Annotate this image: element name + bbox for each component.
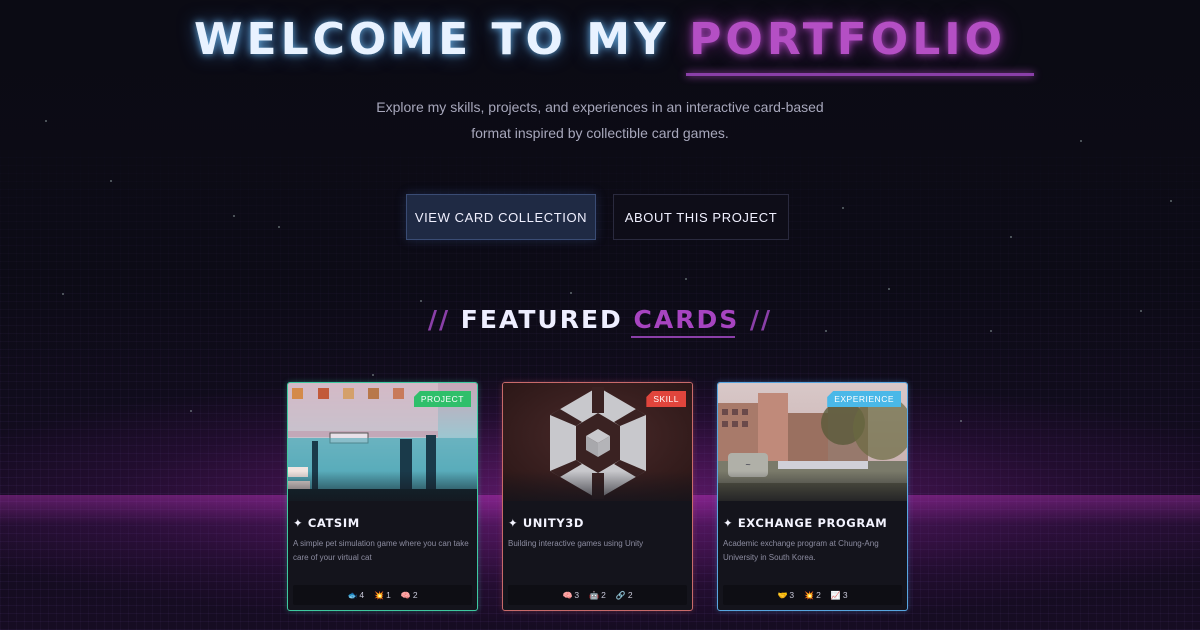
stat-item: 🐟 4 bbox=[347, 590, 364, 600]
stat-item: 💥 2 bbox=[804, 590, 821, 600]
star-dot bbox=[960, 420, 962, 422]
heading-underline bbox=[631, 336, 735, 338]
heading-main: FEATURED bbox=[460, 305, 634, 334]
image-fade bbox=[288, 471, 477, 501]
hero-title-accent: PORTFOLIO bbox=[689, 14, 1007, 65]
hero-subtitle: Explore my skills, projects, and experie… bbox=[376, 99, 824, 141]
star-dot bbox=[110, 180, 112, 182]
image-fade bbox=[503, 471, 692, 501]
svg-text:~: ~ bbox=[745, 461, 751, 469]
stat-value: 2 bbox=[627, 590, 633, 600]
stat-item: 🧠 3 bbox=[562, 590, 579, 600]
stat-value: 2 bbox=[601, 590, 606, 600]
heading-slash-right: // bbox=[749, 305, 773, 334]
stat-item: 🔗 2 bbox=[616, 590, 633, 600]
star-dot bbox=[372, 374, 374, 376]
project-badge: PROJECT bbox=[413, 391, 471, 407]
stat-value: 2 bbox=[816, 590, 821, 600]
stat-item: 📈 3 bbox=[831, 590, 848, 600]
card-title: ✦ EXCHANGE PROGRAM bbox=[723, 516, 888, 530]
stat-item: 🧠 2 bbox=[401, 590, 418, 600]
star-dot bbox=[62, 293, 64, 295]
hero-title-main: WELCOME TO MY bbox=[193, 14, 690, 65]
about-project-button[interactable]: ABOUT THIS PROJECT bbox=[613, 194, 789, 240]
star-dot bbox=[570, 292, 572, 294]
star-dot bbox=[45, 120, 47, 122]
star-dot bbox=[190, 410, 192, 412]
card-stats: 🧠 3 🤖 2 🔗 2 bbox=[508, 585, 687, 605]
star-dot bbox=[842, 207, 844, 209]
fish-icon: 🐟 bbox=[347, 590, 358, 600]
stat-value: 4 bbox=[359, 590, 365, 600]
star-dot bbox=[1010, 236, 1012, 238]
card-description: Building interactive games using Unity bbox=[508, 539, 644, 548]
stat-value: 3 bbox=[789, 590, 795, 600]
star-dot bbox=[1080, 140, 1082, 142]
stat-value: 2 bbox=[412, 590, 418, 600]
card-description: A simple pet simulation game where you c… bbox=[293, 539, 469, 562]
stat-item: 🤝 3 bbox=[777, 590, 794, 600]
brain-icon: 🧠 bbox=[400, 590, 411, 600]
card-unity3d[interactable]: SKILL ✦ UNITY3D Building interactive gam… bbox=[502, 382, 693, 611]
featured-cards-heading: // FEATURED CARDS // bbox=[0, 305, 1200, 334]
card-catsim[interactable]: PROJECT ✦ CATSIM A simple pet simulation… bbox=[287, 382, 478, 611]
card-stats: 🐟 4 💥 1 🧠 2 bbox=[293, 585, 472, 605]
brain-icon: 🧠 bbox=[562, 590, 573, 600]
heading-slash-left: // bbox=[427, 305, 451, 334]
stat-item: 🤖 2 bbox=[589, 590, 606, 600]
chart-icon: 📈 bbox=[830, 590, 841, 600]
view-card-collection-button[interactable]: VIEW CARD COLLECTION bbox=[406, 194, 596, 240]
image-fade bbox=[718, 471, 907, 501]
link-icon: 🔗 bbox=[615, 590, 626, 600]
experience-badge: EXPERIENCE bbox=[827, 391, 901, 407]
heading-accent: CARDS bbox=[633, 305, 740, 334]
handshake-icon: 🤝 bbox=[777, 590, 788, 600]
star-dot bbox=[1170, 200, 1172, 202]
stat-item: 💥 1 bbox=[374, 590, 391, 600]
skill-badge: SKILL bbox=[646, 391, 686, 407]
star-dot bbox=[888, 288, 890, 290]
stat-value: 3 bbox=[574, 590, 580, 600]
card-description: Academic exchange program at Chung-Ang U… bbox=[723, 539, 879, 562]
robot-icon: 🤖 bbox=[589, 590, 600, 600]
burst-icon: 💥 bbox=[804, 590, 815, 600]
card-title: ✦ CATSIM bbox=[293, 516, 360, 530]
card-title: ✦ UNITY3D bbox=[508, 516, 585, 530]
burst-icon: 💥 bbox=[374, 590, 385, 600]
hero-title: WELCOME TO MY PORTFOLIO bbox=[0, 14, 1200, 65]
stat-value: 3 bbox=[842, 590, 848, 600]
star-dot bbox=[233, 215, 235, 217]
card-exchange-program[interactable]: ~ EXPERIENCE ✦ EXCHANGE PROGRAM Academic… bbox=[717, 382, 908, 611]
card-stats: 🤝 3 💥 2 📈 3 bbox=[723, 585, 902, 605]
star-dot bbox=[420, 300, 422, 302]
star-dot bbox=[278, 226, 280, 228]
stat-value: 1 bbox=[386, 590, 391, 600]
hero-title-underline bbox=[686, 73, 1034, 76]
star-dot bbox=[685, 278, 687, 280]
